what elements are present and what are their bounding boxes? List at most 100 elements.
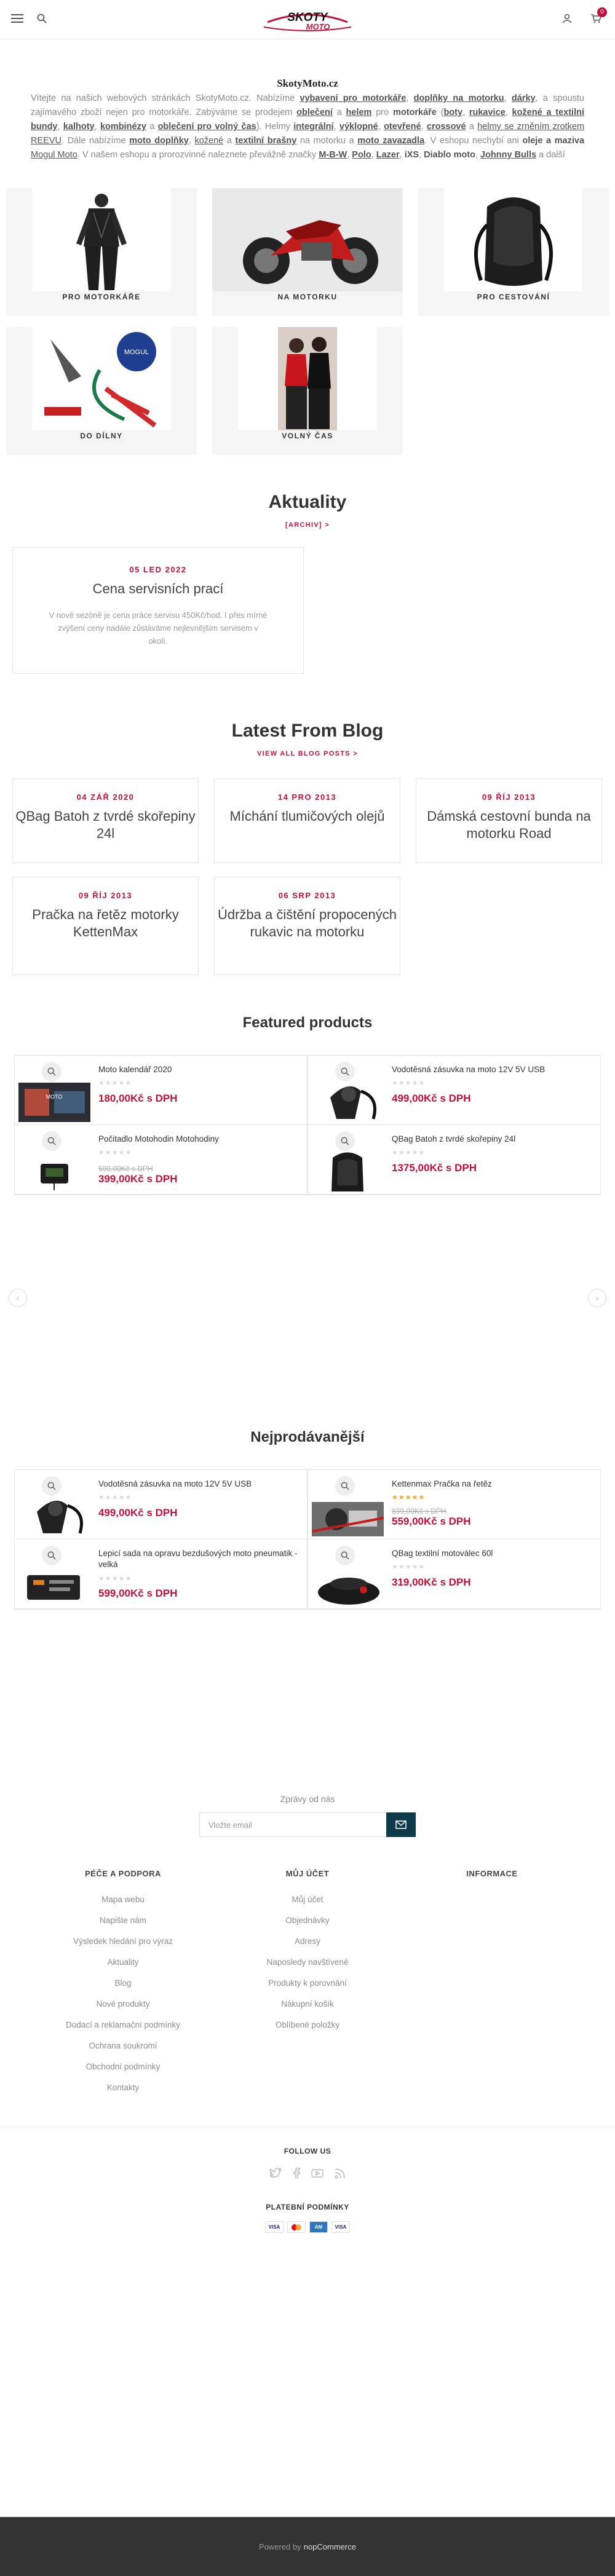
news-card[interactable]: 05 LED 2022 Cena servisních prací V nové… xyxy=(12,547,304,674)
newsletter-email-input[interactable]: Vložte email xyxy=(199,1812,386,1837)
rss-icon[interactable] xyxy=(335,2168,346,2182)
product-name[interactable]: Počitadlo Motohodin Motohodiny xyxy=(98,1134,302,1145)
footer-link[interactable]: Produkty k porovnání xyxy=(215,1973,400,1994)
category-volny-cas[interactable]: VOLNÝ ČAS xyxy=(212,327,403,455)
search-icon[interactable] xyxy=(37,14,47,26)
footer-link[interactable]: Kontakty xyxy=(31,2077,215,2098)
quick-view-icon[interactable] xyxy=(42,1546,62,1565)
product-card[interactable]: Lepicí sada na opravu bezdušových moto p… xyxy=(14,1539,308,1609)
footer-link[interactable]: Napište nám xyxy=(31,1910,215,1931)
product-card[interactable]: QBag textilní motoválec 60l ★★★★★ 319,00… xyxy=(308,1539,601,1609)
intro-link[interactable]: boty xyxy=(443,108,462,117)
product-name[interactable]: QBag Batoh z tvrdé skořepiny 24l xyxy=(392,1134,595,1145)
footer-link[interactable]: Dodací a reklamační podmínky xyxy=(31,2015,215,2036)
product-card[interactable]: Počitadlo Motohodin Motohodiny ★★★★★ 590… xyxy=(14,1125,308,1195)
footer-link[interactable]: Objednávky xyxy=(215,1910,400,1931)
quick-view-icon[interactable] xyxy=(42,1476,62,1496)
intro-link[interactable]: kožené xyxy=(194,136,223,146)
intro-link[interactable]: crossové xyxy=(427,122,466,132)
category-pro-cestovani[interactable]: PRO CESTOVÁNÍ xyxy=(418,188,609,316)
blog-card-title[interactable]: QBag Batoh z tvrdé skořepiny 24l xyxy=(13,808,198,842)
product-name[interactable]: Kettenmax Pračka na řetěz xyxy=(392,1479,595,1490)
newsletter: Zprávy od nás Vložte email xyxy=(0,1794,615,1837)
intro-link[interactable]: dárky xyxy=(512,93,536,103)
intro-link[interactable]: otevřené xyxy=(384,122,421,132)
carousel-next-button[interactable]: › xyxy=(588,1289,606,1307)
product-card[interactable]: Vodotěsná zásuvka na moto 12V 5V USB ★★★… xyxy=(308,1056,601,1125)
footer-link[interactable]: Mapa webu xyxy=(31,1889,215,1910)
product-name[interactable]: QBag textilní motoválec 60l xyxy=(392,1548,595,1559)
logo[interactable]: SKOTY MOTO xyxy=(255,4,360,34)
blog-card-title[interactable]: Míchání tlumičových olejů xyxy=(215,808,400,825)
intro-link[interactable]: Johnny Bulls xyxy=(480,150,536,160)
blog-card-title[interactable]: Pračka na řetěz motorky KettenMax xyxy=(13,906,198,941)
blog-card-title[interactable]: Dámská cestovní bunda na motorku Road xyxy=(416,808,601,842)
product-name[interactable]: Lepicí sada na opravu bezdušových moto p… xyxy=(98,1548,302,1570)
intro-link[interactable]: doplňky na motorku xyxy=(414,93,504,103)
footer-link[interactable]: Adresy xyxy=(215,1931,400,1952)
intro-link[interactable]: rukavice xyxy=(469,108,506,117)
footer-link[interactable]: Nákupní košík xyxy=(215,1994,400,2015)
footer-link[interactable]: Blog xyxy=(31,1973,215,1994)
product-name[interactable]: Vodotěsná zásuvka na moto 12V 5V USB xyxy=(392,1064,595,1075)
product-name[interactable]: Moto kalendář 2020 xyxy=(98,1064,302,1075)
intro-link[interactable]: oblečení xyxy=(296,108,333,117)
blog-card[interactable]: 09 ŘÍJ 2013 Pračka na řetěz motorky Kett… xyxy=(12,877,199,975)
powered-by-brand-link[interactable]: nopCommerce xyxy=(304,2542,356,2551)
news-archive-link[interactable]: [ARCHIV] > xyxy=(0,521,615,529)
quick-view-icon[interactable] xyxy=(335,1131,355,1151)
quick-view-icon[interactable] xyxy=(335,1546,355,1565)
intro-link[interactable]: helem xyxy=(346,108,372,117)
intro-link[interactable]: moto doplňky xyxy=(129,136,189,146)
footer-link[interactable]: Obchodní podmínky xyxy=(31,2056,215,2077)
product-card[interactable]: QBag Batoh z tvrdé skořepiny 24l ★★★★★ 1… xyxy=(308,1125,601,1195)
hamburger-icon[interactable] xyxy=(11,14,23,26)
product-price: 399,00Kč s DPH xyxy=(98,1173,178,1185)
twitter-icon[interactable] xyxy=(269,2168,282,2182)
intro-link[interactable]: Mogul Moto xyxy=(31,150,77,160)
intro-link[interactable]: textilní brašny xyxy=(235,136,296,146)
cart-button[interactable]: 0 xyxy=(590,7,607,26)
footer-link[interactable]: Ochrana soukromí xyxy=(31,2036,215,2056)
category-do-dilny[interactable]: MOGUL DO DÍLNY xyxy=(6,327,197,455)
quick-view-icon[interactable] xyxy=(42,1062,62,1081)
category-pro-motorkare[interactable]: PRO MOTORKÁŘE xyxy=(6,188,197,316)
quick-view-icon[interactable] xyxy=(335,1062,355,1081)
youtube-icon[interactable] xyxy=(311,2168,323,2182)
blog-card[interactable]: 06 SRP 2013 Údržba a čištění propocených… xyxy=(214,877,400,975)
product-card[interactable]: Kettenmax Pračka na řetěz ★★★★★ 839,00Kč… xyxy=(308,1470,601,1539)
blog-card-title[interactable]: Údržba a čištění propocených rukavic na … xyxy=(215,906,400,941)
intro-link[interactable]: kombinézy xyxy=(100,122,146,132)
newsletter-submit-button[interactable] xyxy=(386,1812,416,1837)
news-card-title[interactable]: Cena servisních prací xyxy=(13,580,303,598)
intro-link[interactable]: kalhoty xyxy=(63,122,95,132)
intro-link[interactable]: Lazer xyxy=(376,150,400,160)
blog-card[interactable]: 14 PRO 2013 Míchání tlumičových olejů xyxy=(214,778,400,863)
footer-link[interactable]: Naposledy navštívené xyxy=(215,1952,400,1973)
carousel-prev-button[interactable]: ‹ xyxy=(9,1289,27,1307)
intro-link[interactable]: vybavení pro motorkáře xyxy=(300,93,406,103)
product-price: 180,00Kč s DPH xyxy=(98,1092,178,1104)
quick-view-icon[interactable] xyxy=(42,1131,62,1151)
intro-link[interactable]: M-B-W xyxy=(319,150,347,160)
user-icon[interactable] xyxy=(562,14,572,26)
blog-view-all-link[interactable]: VIEW ALL BLOG POSTS > xyxy=(0,750,615,757)
intro-link[interactable]: výklopné xyxy=(339,122,378,132)
quick-view-icon[interactable] xyxy=(335,1476,355,1496)
product-card[interactable]: MOTO Moto kalendář 2020 ★★★★★ 180,00Kč s… xyxy=(14,1056,308,1125)
facebook-icon[interactable] xyxy=(293,2167,300,2182)
footer-link[interactable]: Aktuality xyxy=(31,1952,215,1973)
footer-link[interactable]: Nové produkty xyxy=(31,1994,215,2015)
footer-link[interactable]: Oblíbené položky xyxy=(215,2015,400,2036)
product-card[interactable]: Vodotěsná zásuvka na moto 12V 5V USB ★★★… xyxy=(14,1470,308,1539)
category-na-motorku[interactable]: NA MOTORKU xyxy=(212,188,403,316)
product-name[interactable]: Vodotěsná zásuvka na moto 12V 5V USB xyxy=(98,1479,302,1490)
blog-card[interactable]: 04 ZÁŘ 2020 QBag Batoh z tvrdé skořepiny… xyxy=(12,778,199,863)
intro-link[interactable]: moto zavazadla xyxy=(357,136,424,146)
intro-link[interactable]: oblečení pro volný čas xyxy=(158,122,256,132)
intro-link[interactable]: Polo xyxy=(352,150,371,160)
footer-link[interactable]: Výsledek hledání pro výraz xyxy=(31,1931,215,1952)
blog-card[interactable]: 09 ŘÍJ 2013 Dámská cestovní bunda na mot… xyxy=(416,778,602,863)
footer-link[interactable]: Můj účet xyxy=(215,1889,400,1910)
intro-link[interactable]: integrální xyxy=(293,122,333,132)
